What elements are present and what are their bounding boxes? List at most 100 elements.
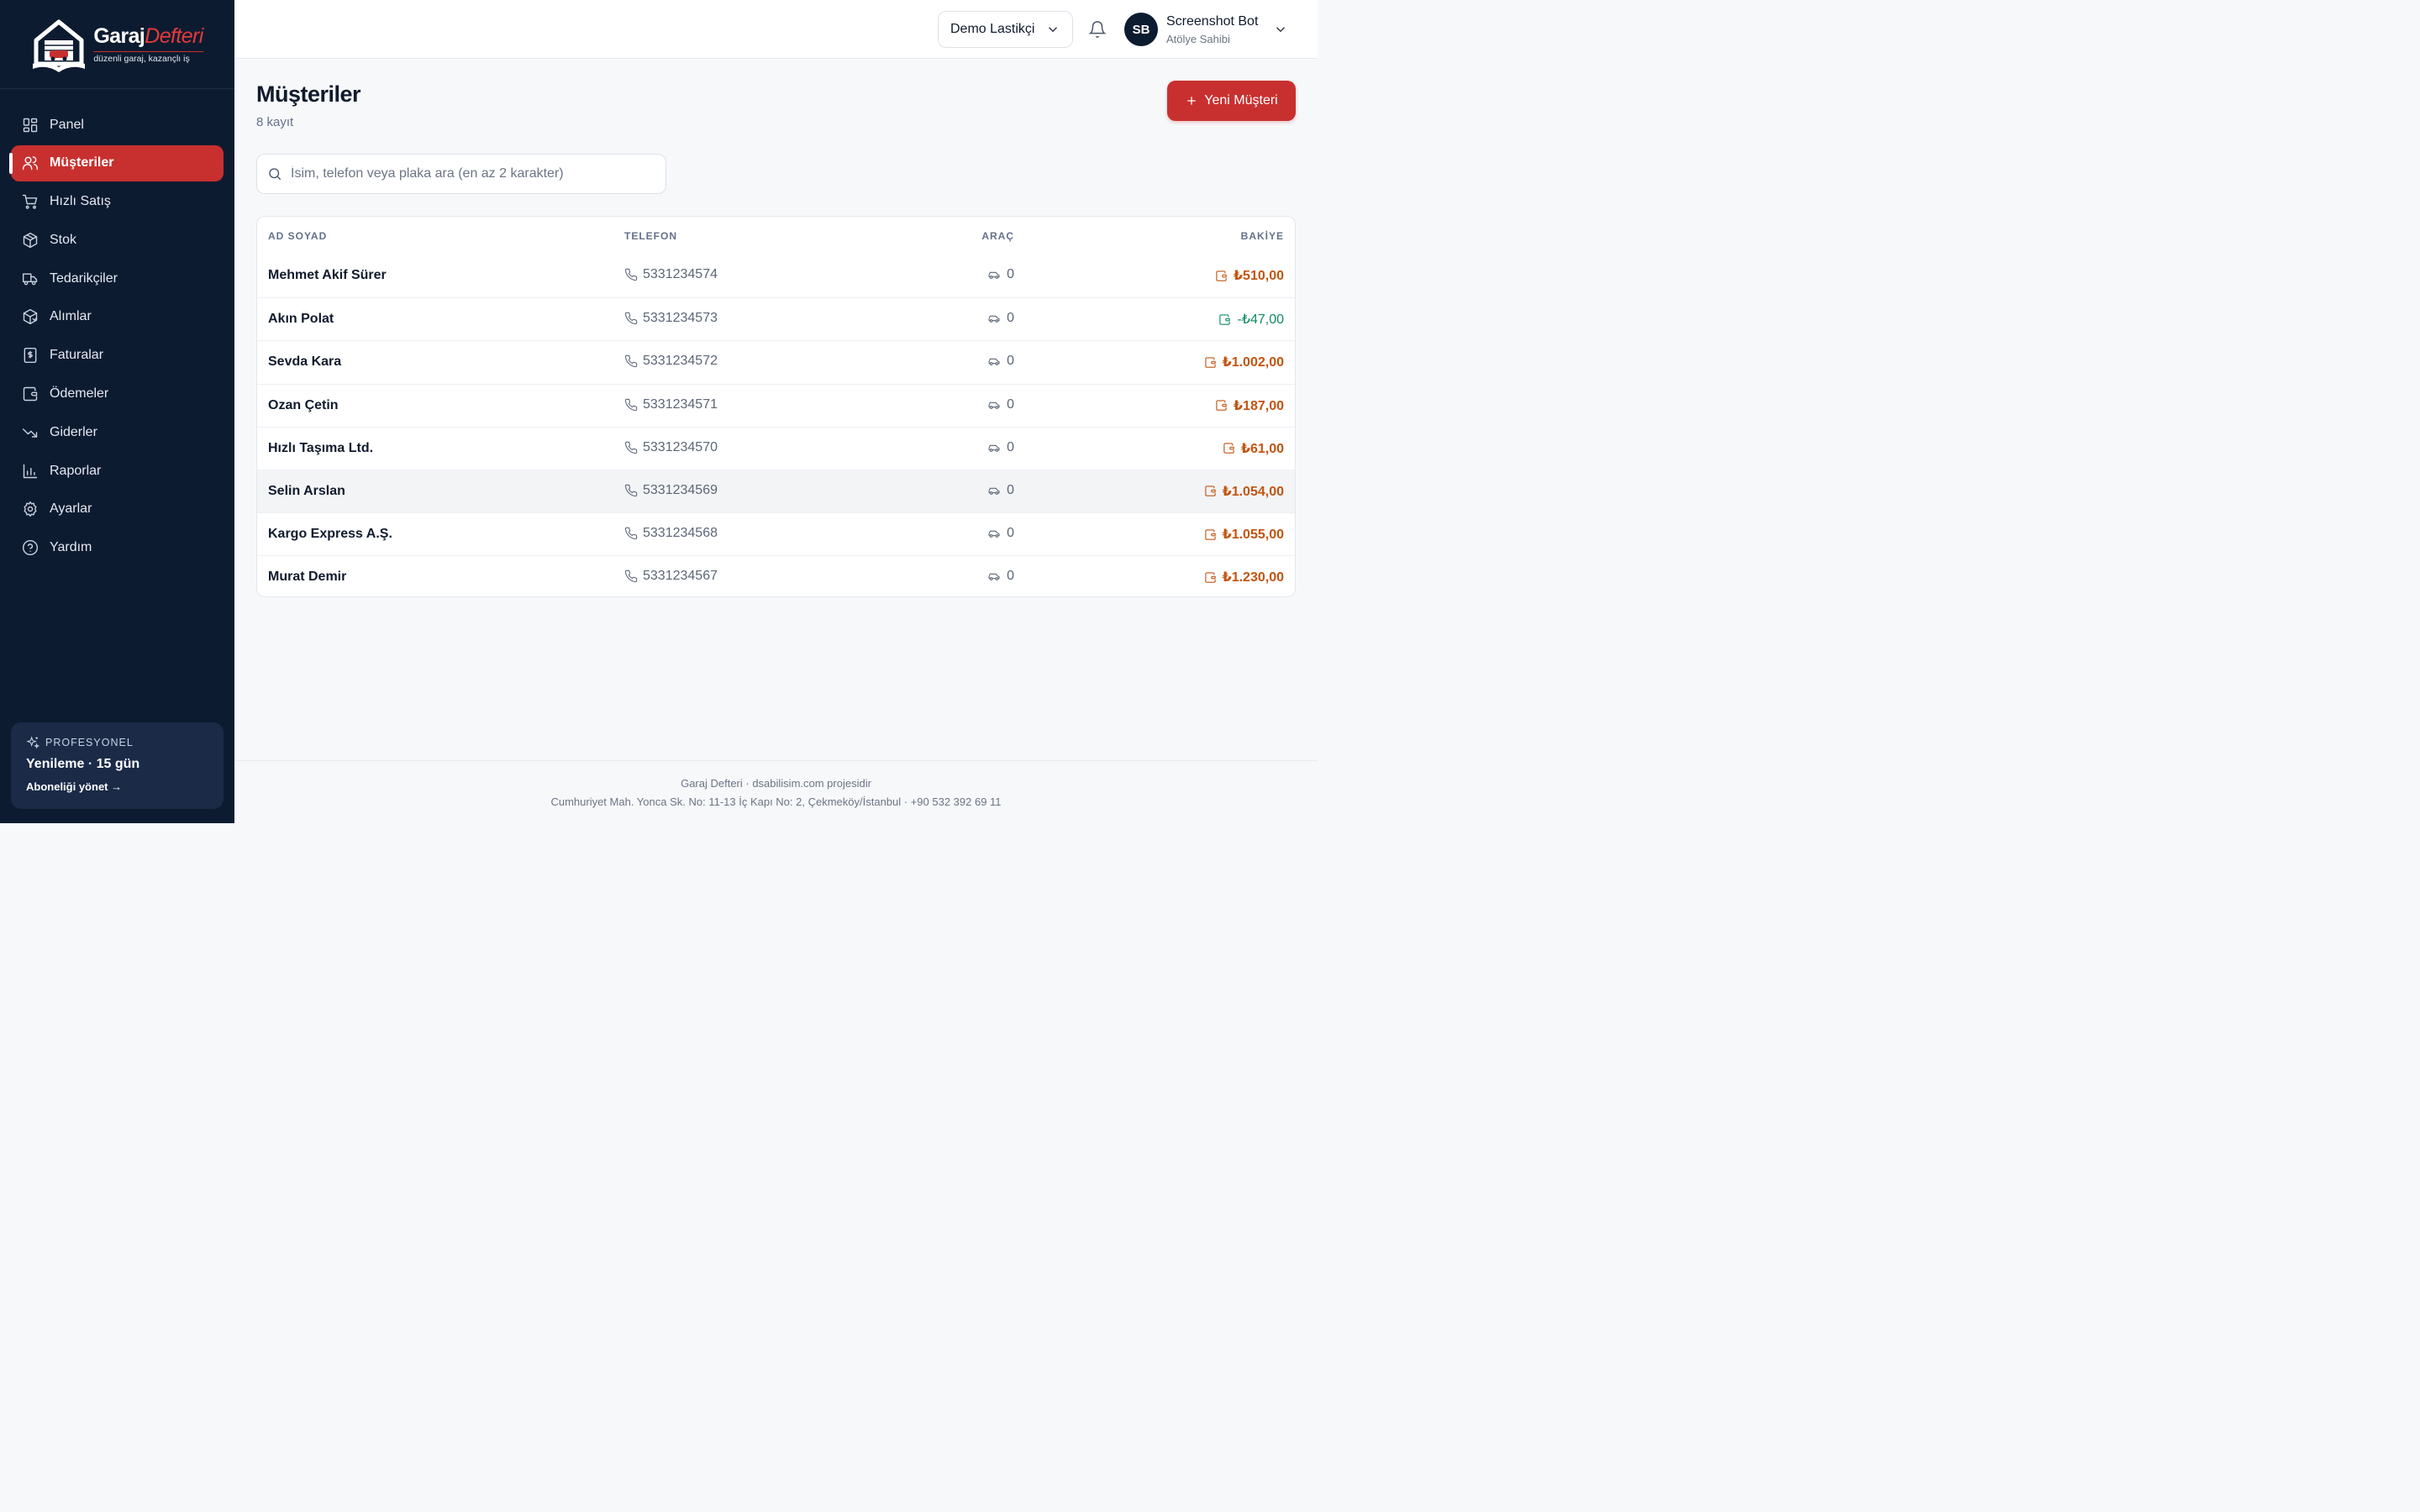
table-row[interactable]: Murat Demir 5331234567 0 ₺1.230,00 xyxy=(257,555,1295,596)
tenant-select[interactable]: Demo Lastikçi xyxy=(938,11,1073,48)
table-row[interactable]: Ozan Çetin 5331234571 0 ₺187,00 xyxy=(257,383,1295,427)
customer-balance: ₺1.002,00 xyxy=(1204,354,1284,370)
user-menu-chevron-icon[interactable] xyxy=(1273,22,1288,37)
column-header-vehicles[interactable]: ARAÇ xyxy=(981,230,1014,242)
car-icon xyxy=(988,530,1000,538)
column-header-balance[interactable]: BAKİYE xyxy=(1241,230,1284,242)
table-row[interactable]: Sevda Kara 5331234572 0 ₺1.002,00 xyxy=(257,340,1295,383)
search-box xyxy=(256,154,666,194)
table-row[interactable]: Akın Polat 5331234573 0 -₺47,00 xyxy=(257,297,1295,340)
customer-balance-amount: ₺187,00 xyxy=(1233,398,1284,413)
manage-subscription-link[interactable]: Aboneliği yönet → xyxy=(26,780,122,793)
car-icon xyxy=(988,315,1000,323)
sidebar-item-label: Tedarikçiler xyxy=(50,270,118,286)
search-input[interactable] xyxy=(291,166,660,181)
main-content: Müşteriler 8 kayıt Yeni Müşteri AD SOYAD… xyxy=(234,59,1318,760)
customer-vehicles: 0 xyxy=(987,397,1014,412)
sidebar-item-faturalar[interactable]: Faturalar xyxy=(11,338,224,374)
customer-balance: ₺510,00 xyxy=(1215,267,1284,284)
customer-balance-amount: -₺47,00 xyxy=(1237,312,1284,328)
brand-tagline: düzenli garaj, kazançlı iş xyxy=(93,51,203,64)
sidebar-item-raporlar[interactable]: Raporlar xyxy=(11,453,224,489)
wallet-icon xyxy=(1216,400,1227,411)
customer-vehicles: 0 xyxy=(987,440,1014,455)
customer-phone: 5331234574 xyxy=(624,267,718,282)
sidebar-item-odemeler[interactable]: Ödemeler xyxy=(11,376,224,412)
table-row[interactable]: Mehmet Akif Sürer 5331234574 0 ₺510,00 xyxy=(257,255,1295,297)
customer-balance: ₺1.230,00 xyxy=(1204,569,1284,585)
wallet-icon xyxy=(1204,528,1216,540)
customer-phone: 5331234570 xyxy=(624,440,718,455)
wallet-icon xyxy=(1219,314,1231,325)
footer-address: Cumhuriyet Mah. Yonca Sk. No: 11-13 İç K… xyxy=(550,795,1002,808)
customer-name[interactable]: Murat Demir xyxy=(268,570,346,585)
car-icon xyxy=(988,574,1000,581)
customer-name[interactable]: Selin Arslan xyxy=(268,484,345,499)
avatar[interactable]: SB xyxy=(1124,13,1158,46)
invoice-icon xyxy=(24,348,37,364)
topbar: Demo Lastikçi SB Screenshot Bot Atölye S… xyxy=(234,0,1318,59)
sidebar-item-label: Yardım xyxy=(50,540,92,555)
customer-name[interactable]: Ozan Çetin xyxy=(268,398,339,413)
phone-icon xyxy=(624,527,638,540)
customer-balance: ₺187,00 xyxy=(1215,397,1284,414)
phone-icon xyxy=(624,268,638,281)
sidebar-item-giderler[interactable]: Giderler xyxy=(11,414,224,450)
phone-icon xyxy=(624,398,638,411)
sidebar-item-label: Panel xyxy=(50,117,84,132)
sidebar-item-label: Faturalar xyxy=(50,348,104,363)
sidebar-item-panel[interactable]: Panel xyxy=(11,107,224,143)
customer-phone-text: 5331234572 xyxy=(643,354,718,369)
customer-name[interactable]: Akın Polat xyxy=(268,312,334,327)
user-name[interactable]: Screenshot Bot xyxy=(1166,14,1258,29)
sidebar-item-hizli-satis[interactable]: Hızlı Satış xyxy=(11,184,224,220)
customer-name[interactable]: Hızlı Taşıma Ltd. xyxy=(268,441,373,456)
sidebar-item-tedarikciler[interactable]: Tedarikçiler xyxy=(11,260,224,297)
column-header-phone[interactable]: TELEFON xyxy=(624,230,677,242)
customer-vehicles: 0 xyxy=(987,526,1014,541)
chevron-down-icon xyxy=(1049,27,1057,33)
table-header: AD SOYAD TELEFON ARAÇ BAKİYE xyxy=(257,217,1295,255)
wallet-icon xyxy=(1216,270,1227,281)
customer-phone-text: 5331234568 xyxy=(643,526,718,541)
cart-icon xyxy=(22,194,38,209)
sparkles-icon xyxy=(26,736,39,749)
sidebar-item-ayarlar[interactable]: Ayarlar xyxy=(11,491,224,528)
customer-phone-text: 5331234573 xyxy=(643,311,718,326)
sidebar-item-stok[interactable]: Stok xyxy=(11,222,224,258)
table-row[interactable]: Hızlı Taşıma Ltd. 5331234570 0 ₺61,00 xyxy=(257,426,1295,470)
dashboard-icon xyxy=(23,118,38,132)
truck-icon xyxy=(22,273,38,286)
table-row[interactable]: Selin Arslan 5331234569 0 ₺1.054,00 xyxy=(257,469,1295,513)
sidebar-item-musteriler[interactable]: Müşteriler xyxy=(9,144,224,181)
garage-logo-icon xyxy=(33,19,86,72)
customer-vehicle-count: 0 xyxy=(1007,439,1014,454)
page-title: Müşteriler xyxy=(256,81,361,107)
customer-name[interactable]: Kargo Express A.Ş. xyxy=(268,527,392,542)
customer-name[interactable]: Mehmet Akif Sürer xyxy=(268,268,387,283)
sidebar-item-label: Ödemeler xyxy=(50,386,109,402)
table-row[interactable]: Kargo Express A.Ş. 5331234568 0 ₺1.055,00 xyxy=(257,512,1295,555)
sidebar-item-alimlar[interactable]: Alımlar xyxy=(11,299,224,335)
customer-phone-text: 5331234574 xyxy=(643,267,718,281)
customer-vehicle-count: 0 xyxy=(1007,526,1014,541)
new-customer-button[interactable]: Yeni Müşteri xyxy=(1167,81,1296,121)
customer-name[interactable]: Sevda Kara xyxy=(268,354,341,370)
column-header-name[interactable]: AD SOYAD xyxy=(268,230,327,242)
customer-vehicle-count: 0 xyxy=(1007,311,1014,326)
search-icon xyxy=(269,168,281,181)
wallet-icon xyxy=(1223,443,1234,454)
trend-down-icon xyxy=(22,428,38,438)
brand-logo[interactable]: GarajDefteri düzenli garaj, kazançlı iş xyxy=(0,0,234,89)
customer-balance: -₺47,00 xyxy=(1218,311,1284,328)
sidebar-item-yardim[interactable]: Yardım xyxy=(11,530,224,566)
brand-name-part2: Defteri xyxy=(145,24,203,48)
customer-vehicles: 0 xyxy=(987,483,1014,498)
customer-balance: ₺1.055,00 xyxy=(1204,526,1284,543)
sidebar-item-label: Ayarlar xyxy=(50,501,92,517)
package-icon xyxy=(23,309,38,325)
customer-phone: 5331234568 xyxy=(624,526,718,541)
bell-icon[interactable] xyxy=(1088,20,1107,39)
customer-phone-text: 5331234569 xyxy=(643,482,718,497)
sidebar: GarajDefteri düzenli garaj, kazançlı iş … xyxy=(0,0,234,823)
